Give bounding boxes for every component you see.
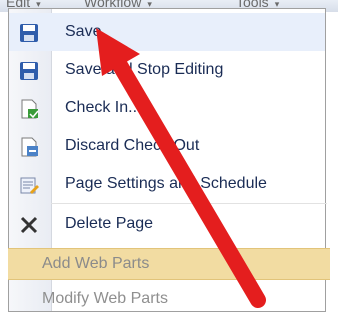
menu-item-modify-web-parts[interactable]: Modify Web Parts bbox=[8, 282, 326, 312]
discard-checkout-icon bbox=[19, 137, 39, 157]
floppy-disk-icon bbox=[19, 61, 39, 81]
page-settings-icon bbox=[19, 175, 39, 195]
menu-separator bbox=[51, 203, 327, 204]
check-in-icon bbox=[19, 99, 39, 119]
menu-item-delete-page[interactable]: Delete Page bbox=[9, 205, 325, 243]
menu-item-label: Save and Stop Editing bbox=[65, 61, 224, 78]
floppy-disk-icon bbox=[19, 23, 39, 43]
delete-x-icon bbox=[19, 215, 39, 235]
menu-item-label: Check In... bbox=[65, 99, 142, 116]
menu-item-label: Add Web Parts bbox=[42, 255, 150, 272]
menu-item-save[interactable]: Save bbox=[9, 13, 325, 51]
menu-item-page-settings[interactable]: Page Settings and Schedule bbox=[9, 165, 325, 203]
menu-item-save-and-stop-editing[interactable]: Save and Stop Editing bbox=[9, 51, 325, 89]
menu-item-label: Delete Page bbox=[65, 215, 154, 232]
menu-item-label: Discard Check Out bbox=[65, 137, 200, 154]
menu-item-discard-check-out[interactable]: Discard Check Out bbox=[9, 127, 325, 165]
menu-item-check-in[interactable]: Check In... bbox=[9, 89, 325, 127]
menu-item-label: Modify Web Parts bbox=[42, 290, 168, 307]
menu-item-label: Save bbox=[65, 23, 102, 40]
menu-item-add-web-parts[interactable]: Add Web Parts bbox=[8, 248, 330, 280]
menu-item-label: Page Settings and Schedule bbox=[65, 175, 267, 192]
